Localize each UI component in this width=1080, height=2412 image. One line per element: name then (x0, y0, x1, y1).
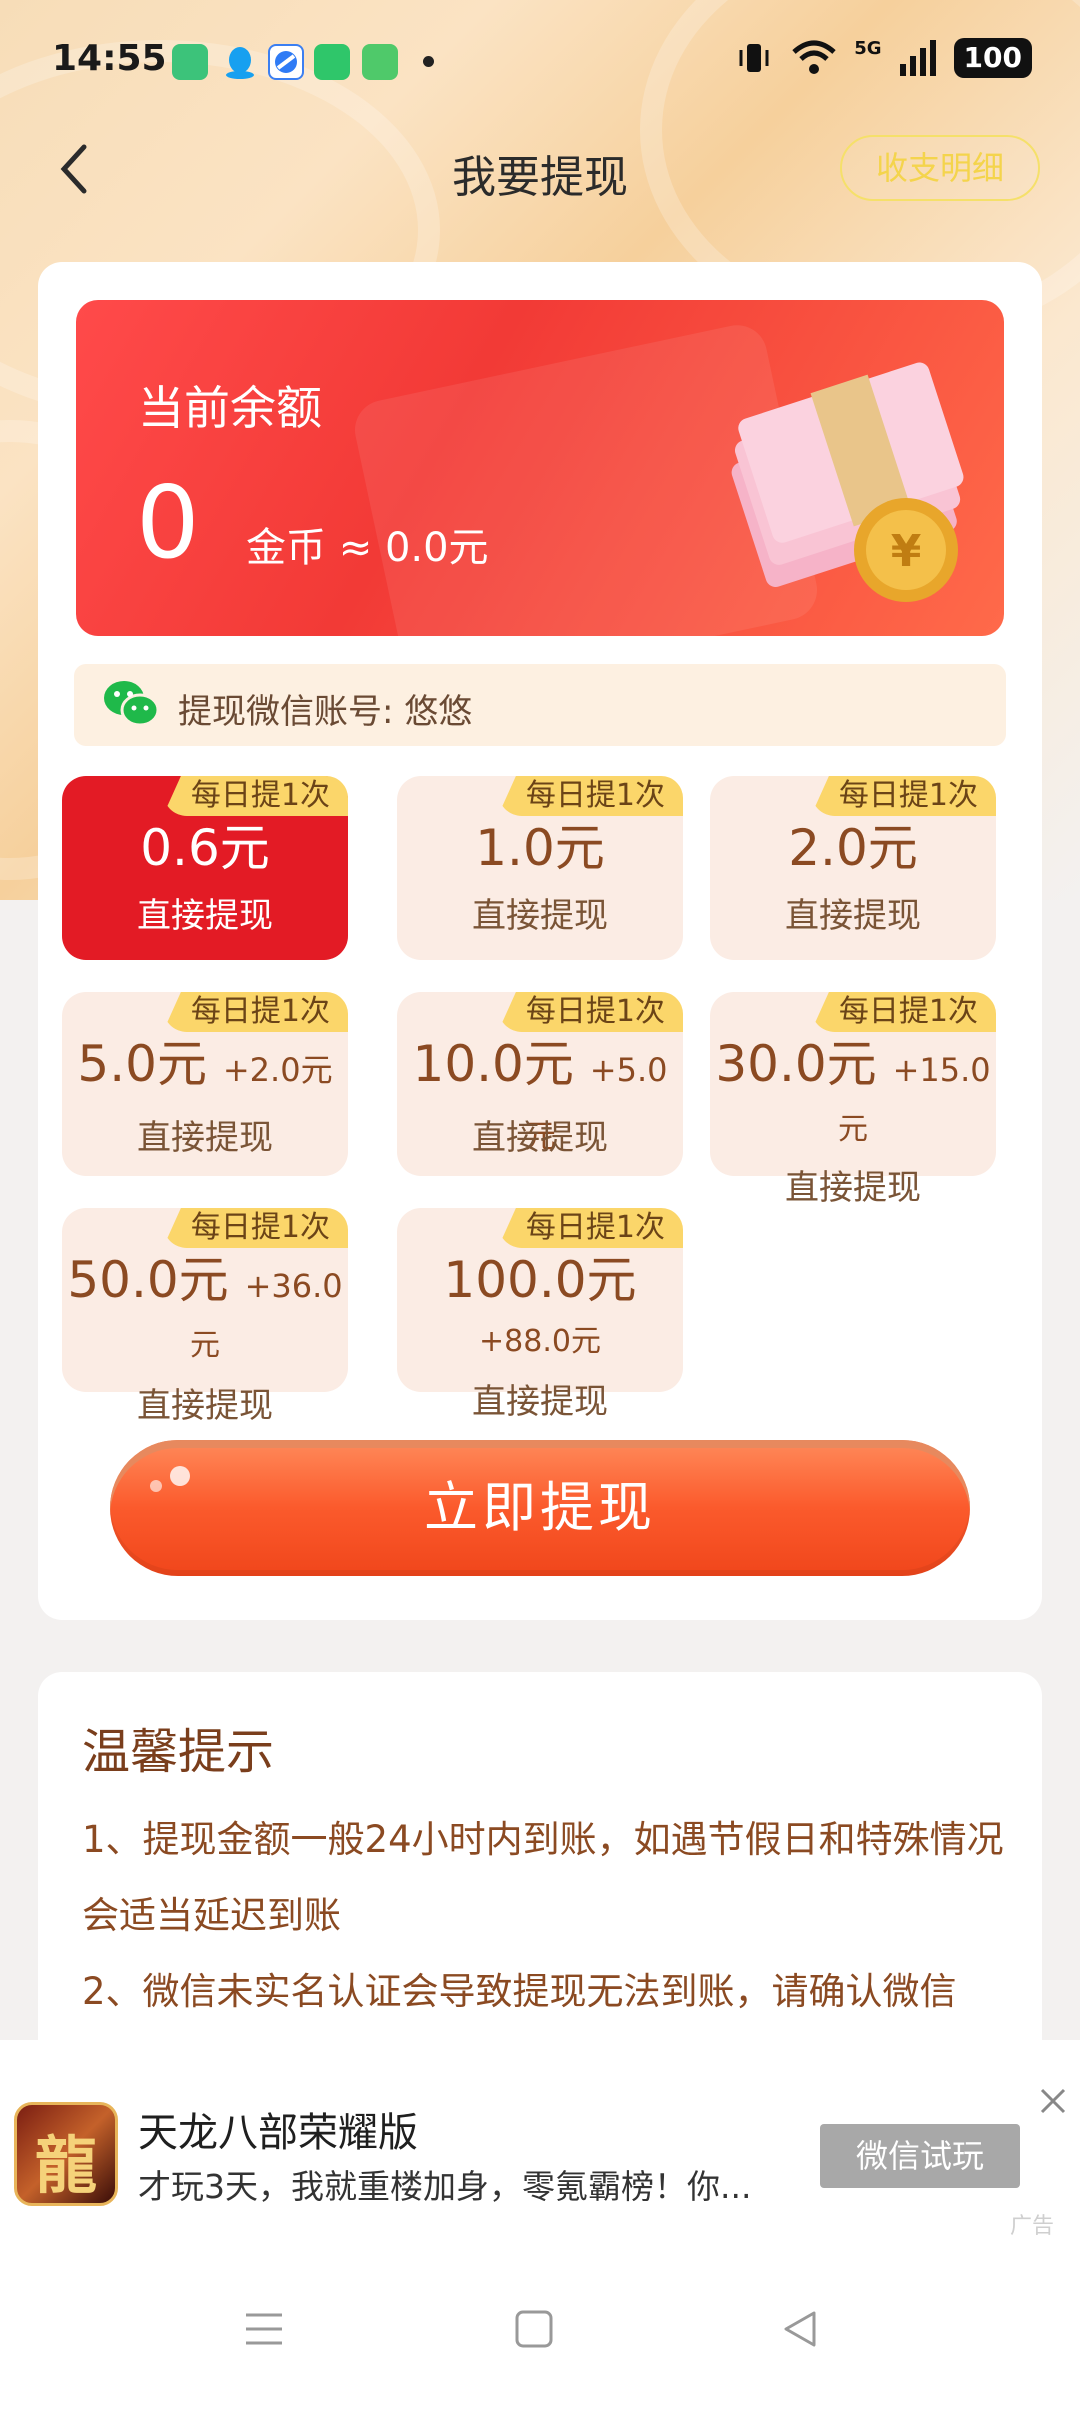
qq-notification-icon (222, 44, 258, 80)
tip-line-2: 2、微信未实名认证会导致提现无法到账，请确认微信 (82, 1970, 957, 2013)
withdraw-option-30-0[interactable]: 每日提1次 30.0元 +15.0 元 直接提现 (710, 992, 996, 1208)
option-amount: 1.0元 (475, 819, 605, 877)
daily-limit-tag: 每日提1次 (162, 1208, 348, 1248)
svg-text:¥: ¥ (891, 526, 922, 577)
daily-limit-tag: 每日提1次 (162, 992, 348, 1032)
withdraw-now-button[interactable]: 立即提现 (110, 1440, 970, 1576)
option-bonus: +36.0 (244, 1267, 343, 1305)
battery-indicator: 100 (953, 38, 1032, 78)
option-amount-value: 5.0元 (77, 1035, 207, 1093)
system-navigation-bar (0, 2264, 1080, 2412)
daily-limit-tag: 每日提1次 (497, 1208, 683, 1248)
withdraw-option-5-0[interactable]: 每日提1次 5.0元 +2.0元 直接提现 (62, 992, 348, 1176)
tip-line-1: 1、提现金额一般24小时内到账，如遇节假日和特殊情况会适当延迟到账 (82, 1818, 1004, 1937)
withdraw-option-2-0[interactable]: 每日提1次 2.0元 直接提现 (710, 776, 996, 960)
wechat-account-bar: 提现微信账号: 悠悠 (74, 664, 1006, 746)
option-amount: 5.0元 +2.0元 (62, 1034, 348, 1100)
more-notifications-dot (423, 56, 434, 67)
game-icon-glyph: 龍 (34, 2129, 97, 2202)
option-amount: 2.0元 (788, 819, 918, 877)
option-amount: 30.0元 +15.0 (710, 1034, 996, 1100)
status-bar: 14:55 5G 100 (0, 0, 1080, 125)
wechat-icon (104, 681, 160, 727)
ad-label: 广告 (1010, 2214, 1055, 2239)
option-amount: 50.0元 +36.0 (62, 1250, 348, 1316)
withdraw-option-10-0[interactable]: 每日提1次 10.0元 +5.0元 直接提现 (397, 992, 683, 1176)
message-notification-icon (362, 44, 398, 80)
option-bonus: +2.0元 (222, 1051, 333, 1089)
option-bonus: +15.0 (892, 1051, 991, 1089)
daily-limit-tag: 每日提1次 (810, 776, 996, 816)
option-label: 直接提现 (472, 896, 608, 936)
ad-banner[interactable]: 龍 天龙八部荣耀版 才玩3天，我就重楼加身，零氪霸榜！你... 微信试玩 广告 (0, 2040, 1080, 2264)
tips-content: 1、提现金额一般24小时内到账，如遇节假日和特殊情况会适当延迟到账 2、微信未实… (82, 1802, 1022, 2030)
option-amount-value: 50.0元 (67, 1251, 229, 1309)
daily-limit-tag: 每日提1次 (162, 776, 348, 816)
withdraw-card: 当前余额 0 金币 ≈ 0.0元 ¥ 提现微信账号: 悠悠 每日提1次 0.6元 (38, 262, 1042, 1620)
tips-title: 温馨提示 (82, 1724, 275, 1780)
wechat-account-text: 提现微信账号: 悠悠 (178, 692, 473, 732)
wifi-icon (792, 40, 836, 74)
option-amount: 0.6元 (140, 819, 270, 877)
daily-limit-tag: 每日提1次 (497, 992, 683, 1032)
withdraw-option-0-6[interactable]: 每日提1次 0.6元 直接提现 (62, 776, 348, 960)
signal-icon (899, 40, 936, 76)
battery-saver-notification-icon (172, 44, 208, 80)
vibrate-icon (739, 44, 769, 72)
browser-notification-icon (268, 44, 304, 80)
cash-stack-icon: ¥ (731, 362, 964, 602)
game-app-icon[interactable]: 龍 (14, 2102, 118, 2206)
ad-try-button[interactable]: 微信试玩 (820, 2124, 1020, 2188)
withdraw-option-50-0[interactable]: 每日提1次 50.0元 +36.0 元 直接提现 (62, 1208, 348, 1426)
option-label: 直接提现 (137, 1386, 273, 1426)
withdraw-now-label: 立即提现 (424, 1476, 656, 1539)
transaction-history-button[interactable]: 收支明细 (840, 135, 1040, 201)
ad-title[interactable]: 天龙八部荣耀版 (138, 2100, 418, 2158)
option-amount-value: 30.0元 (715, 1035, 877, 1093)
option-label: 直接提现 (472, 1382, 608, 1422)
top-navigation: 我要提现 收支明细 (0, 125, 1080, 215)
balance-conversion: 金币 ≈ 0.0元 (246, 525, 489, 571)
close-icon[interactable] (1036, 2084, 1070, 2118)
daily-limit-tag: 每日提1次 (497, 776, 683, 816)
option-label: 直接提现 (137, 896, 273, 936)
option-label: 直接提现 (137, 1118, 273, 1158)
ad-description[interactable]: 才玩3天，我就重楼加身，零氪霸榜！你... (138, 2160, 751, 2208)
option-bonus-unit: 元 (838, 1112, 868, 1147)
option-label: 直接提现 (472, 1118, 608, 1158)
option-bonus-unit: 元 (190, 1328, 220, 1363)
system-indicators: 5G 100 (734, 38, 1032, 78)
menu-icon[interactable] (244, 2309, 284, 2349)
option-bonus: +88.0元 (479, 1324, 601, 1359)
network-type-label: 5G (854, 37, 882, 59)
balance-amount: 0 (136, 464, 200, 581)
balance-label: 当前余额 (138, 381, 322, 435)
balance-panel: 当前余额 0 金币 ≈ 0.0元 ¥ (76, 300, 1004, 636)
option-label: 直接提现 (785, 896, 921, 936)
withdraw-option-1-0[interactable]: 每日提1次 1.0元 直接提现 (397, 776, 683, 960)
option-amount: 100.0元 (443, 1251, 637, 1309)
app-notification-icon (314, 44, 350, 80)
option-label: 直接提现 (785, 1168, 921, 1208)
daily-limit-tag: 每日提1次 (810, 992, 996, 1032)
withdraw-option-100-0[interactable]: 每日提1次 100.0元 +88.0元 直接提现 (397, 1208, 683, 1422)
home-icon[interactable] (514, 2309, 554, 2349)
option-amount-value: 10.0元 (412, 1035, 574, 1093)
back-icon[interactable] (780, 2309, 820, 2349)
status-time: 14:55 (52, 38, 167, 79)
